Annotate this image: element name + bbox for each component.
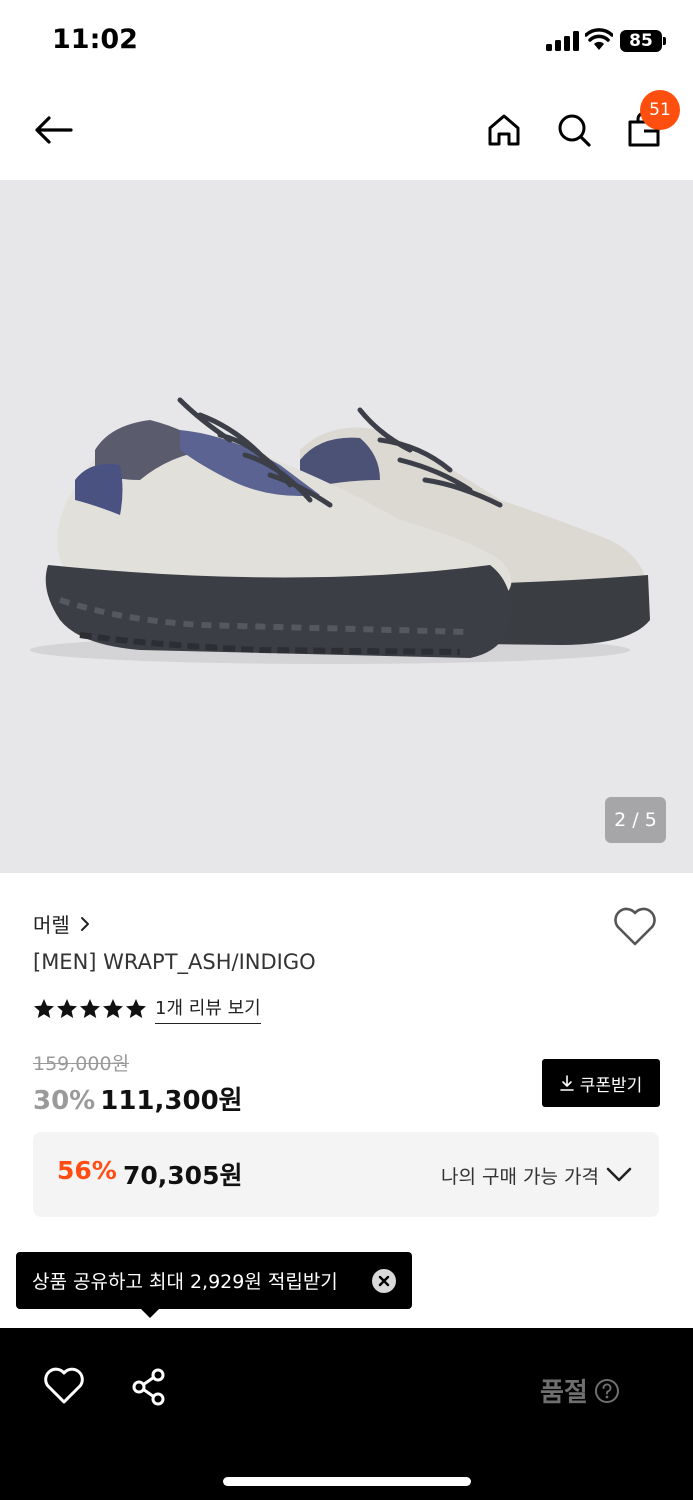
bottom-action-bar: 품절 [0, 1328, 693, 1500]
star-icon [57, 999, 77, 1018]
tooltip-text: 상품 공유하고 최대 2,929원 적립받기 [32, 1271, 338, 1293]
sold-out-label: 품절 [540, 1378, 588, 1408]
best-price-box[interactable]: 56% 70,305원 나의 구매 가능 가격 [33, 1132, 659, 1217]
search-icon [558, 114, 591, 147]
chevron-down-icon [606, 1167, 632, 1182]
star-icon [34, 999, 54, 1018]
rating-row: 1개 리뷰 보기 [33, 994, 261, 1024]
best-price-label: 나의 구매 가능 가격 [441, 1166, 599, 1188]
home-button[interactable] [480, 108, 528, 152]
status-time: 11:02 [52, 24, 138, 55]
tooltip-arrow [140, 1308, 160, 1318]
cart-count-badge: 51 [640, 90, 680, 130]
rating-stars [33, 998, 147, 1020]
review-link[interactable]: 1개 리뷰 보기 [155, 994, 261, 1024]
brand-name: 머렐 [33, 913, 70, 937]
product-image[interactable] [0, 180, 693, 873]
sneaker-image [30, 397, 650, 664]
wifi-icon [585, 28, 613, 50]
close-icon [378, 1275, 390, 1287]
star-icon [126, 999, 146, 1018]
image-counter: 2 / 5 [605, 797, 666, 843]
product-name: [MEN] WRAPT_ASH/INDIGO [33, 950, 316, 974]
status-bar: 11:02 85 [0, 0, 693, 80]
brand-link[interactable]: 머렐 [33, 909, 90, 938]
share-icon[interactable] [128, 1366, 170, 1408]
cellular-signal-icon [546, 31, 579, 51]
price-row: 30% 111,300원 [33, 1080, 243, 1117]
best-price: 70,305원 [123, 1161, 243, 1190]
discount-rate: 30% [33, 1086, 96, 1116]
coupon-label: 쿠폰받기 [579, 1075, 643, 1096]
home-indicator [223, 1477, 471, 1486]
battery-icon: 85 [620, 30, 662, 52]
original-price: 159,000원 [33, 1053, 130, 1075]
back-button[interactable] [28, 108, 78, 152]
share-reward-tooltip: 상품 공유하고 최대 2,929원 적립받기 [16, 1252, 412, 1309]
download-icon [559, 1075, 574, 1091]
wishlist-heart-icon[interactable] [612, 905, 658, 949]
home-icon [488, 114, 520, 146]
help-icon[interactable] [594, 1378, 620, 1404]
sale-price: 111,300원 [100, 1086, 243, 1116]
arrow-left-icon [35, 116, 73, 144]
best-discount-rate: 56% [57, 1156, 117, 1185]
sold-out-status: 품절 [540, 1372, 620, 1409]
tooltip-close-button[interactable] [372, 1269, 396, 1293]
search-button[interactable] [550, 108, 598, 152]
battery-tip [663, 37, 666, 45]
star-icon [103, 999, 123, 1018]
coupon-download-button[interactable]: 쿠폰받기 [542, 1059, 660, 1107]
chevron-right-icon [80, 916, 89, 931]
top-nav: 51 [0, 80, 693, 180]
star-icon [80, 999, 100, 1018]
wishlist-heart-icon[interactable] [42, 1366, 86, 1406]
